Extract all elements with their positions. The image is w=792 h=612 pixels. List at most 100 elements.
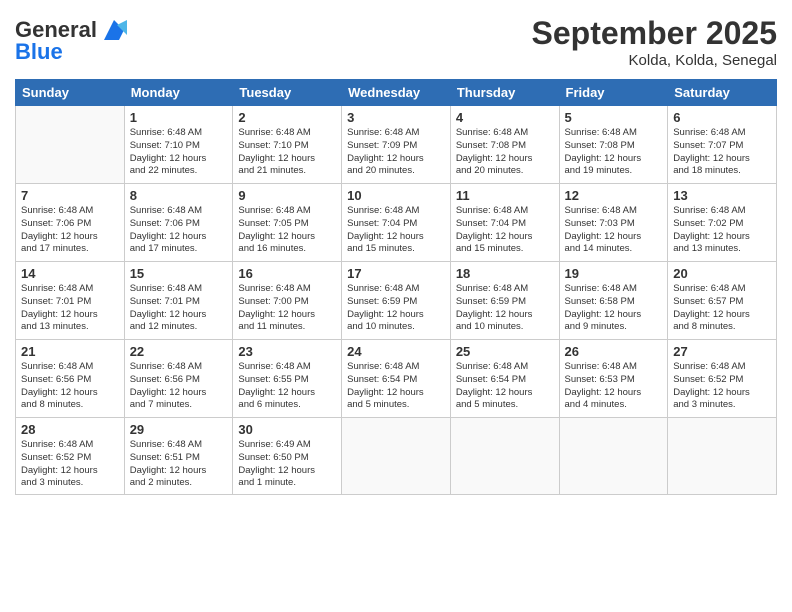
day-info: Sunrise: 6:48 AMSunset: 7:04 PMDaylight:… — [456, 205, 554, 256]
day-number: 7 — [21, 188, 119, 203]
day-info: Sunrise: 6:48 AMSunset: 6:54 PMDaylight:… — [456, 361, 554, 412]
table-row: 8Sunrise: 6:48 AMSunset: 7:06 PMDaylight… — [124, 184, 233, 262]
title-block: September 2025 Kolda, Kolda, Senegal — [532, 15, 777, 69]
logo-icon — [99, 15, 129, 45]
table-row: 17 Sunrise: 6:48 AMSunset: 6:59 PMDayligh… — [342, 262, 451, 340]
calendar-header-row: Sunday Monday Tuesday Wednesday Thursday… — [16, 80, 777, 106]
table-row: 23 Sunrise: 6:48 AMSunset: 6:55 PMDayligh… — [233, 340, 342, 418]
day-info: Sunrise: 6:48 AMSunset: 7:00 PMDaylight:… — [238, 283, 336, 334]
table-row: 27 Sunrise: 6:48 AMSunset: 6:52 PMDayligh… — [668, 340, 777, 418]
table-row: 26Sunrise: 6:48 AMSunset: 6:53 PMDayligh… — [559, 340, 668, 418]
day-info: Sunrise: 6:48 AMSunset: 6:56 PMDaylight:… — [21, 361, 119, 412]
day-number: 18 — [456, 266, 554, 281]
day-number: 15 — [130, 266, 228, 281]
day-info: Sunrise: 6:48 AMSunset: 7:01 PMDaylight:… — [130, 283, 228, 334]
table-row: 22 Sunrise: 6:48 AMSunset: 6:56 PMDayligh… — [124, 340, 233, 418]
header-friday: Friday — [559, 80, 668, 106]
calendar-table: Sunday Monday Tuesday Wednesday Thursday… — [15, 79, 777, 495]
logo-text-line2: Blue — [15, 40, 63, 64]
day-info: Sunrise: 6:48 AMSunset: 7:05 PMDaylight:… — [238, 205, 336, 256]
day-number: 22 — [130, 344, 228, 359]
table-row: 24 Sunrise: 6:48 AMSunset: 6:54 PMDayligh… — [342, 340, 451, 418]
day-number: 5 — [565, 110, 663, 125]
table-row: 20 Sunrise: 6:48 AMSunset: 6:57 PMDayligh… — [668, 262, 777, 340]
day-number: 23 — [238, 344, 336, 359]
day-number: 10 — [347, 188, 445, 203]
table-row: 4 Sunrise: 6:48 AMSunset: 7:08 PMDaylight… — [450, 106, 559, 184]
day-info: Sunrise: 6:48 AMSunset: 6:53 PMDaylight:… — [565, 361, 663, 412]
logo: General Blue — [15, 15, 129, 64]
table-row: 13 Sunrise: 6:48 AMSunset: 7:02 PMDayligh… — [668, 184, 777, 262]
page: General Blue September 2025 Kolda, Kolda… — [0, 0, 792, 612]
table-row: 16 Sunrise: 6:48 AMSunset: 7:00 PMDayligh… — [233, 262, 342, 340]
day-number: 16 — [238, 266, 336, 281]
header-saturday: Saturday — [668, 80, 777, 106]
table-row: 18 Sunrise: 6:48 AMSunset: 6:59 PMDayligh… — [450, 262, 559, 340]
header-wednesday: Wednesday — [342, 80, 451, 106]
day-info: Sunrise: 6:48 AMSunset: 6:51 PMDaylight:… — [130, 439, 228, 490]
table-row: 19Sunrise: 6:48 AMSunset: 6:58 PMDayligh… — [559, 262, 668, 340]
day-info: Sunrise: 6:48 AMSunset: 7:06 PMDaylight:… — [21, 205, 119, 256]
table-row: 10 Sunrise: 6:48 AMSunset: 7:04 PMDayligh… — [342, 184, 451, 262]
header-sunday: Sunday — [16, 80, 125, 106]
table-row: 25 Sunrise: 6:48 AMSunset: 6:54 PMDayligh… — [450, 340, 559, 418]
table-row — [342, 418, 451, 495]
day-number: 9 — [238, 188, 336, 203]
table-row: 3Sunrise: 6:48 AMSunset: 7:09 PMDaylight… — [342, 106, 451, 184]
day-number: 12 — [565, 188, 663, 203]
day-info: Sunrise: 6:48 AMSunset: 6:56 PMDaylight:… — [130, 361, 228, 412]
day-number: 28 — [21, 422, 119, 437]
day-info: Sunrise: 6:48 AMSunset: 7:03 PMDaylight:… — [565, 205, 663, 256]
day-info: Sunrise: 6:48 AMSunset: 6:52 PMDaylight:… — [21, 439, 119, 490]
table-row: 15 Sunrise: 6:48 AMSunset: 7:01 PMDayligh… — [124, 262, 233, 340]
table-row: 2 Sunrise: 6:48 AMSunset: 7:10 PMDaylight… — [233, 106, 342, 184]
day-number: 19 — [565, 266, 663, 281]
day-number: 30 — [238, 422, 336, 437]
day-number: 11 — [456, 188, 554, 203]
table-row: 29 Sunrise: 6:48 AMSunset: 6:51 PMDayligh… — [124, 418, 233, 495]
table-row: 5 Sunrise: 6:48 AMSunset: 7:08 PMDaylight… — [559, 106, 668, 184]
table-row: 7 Sunrise: 6:48 AMSunset: 7:06 PMDaylight… — [16, 184, 125, 262]
day-info: Sunrise: 6:48 AMSunset: 6:57 PMDaylight:… — [673, 283, 771, 334]
table-row: 21 Sunrise: 6:48 AMSunset: 6:56 PMDayligh… — [16, 340, 125, 418]
calendar-title: September 2025 — [532, 15, 777, 52]
header-thursday: Thursday — [450, 80, 559, 106]
day-number: 29 — [130, 422, 228, 437]
day-info: Sunrise: 6:48 AMSunset: 7:06 PMDaylight:… — [130, 205, 228, 256]
table-row: 6 Sunrise: 6:48 AMSunset: 7:07 PMDaylight… — [668, 106, 777, 184]
table-row — [559, 418, 668, 495]
table-row — [16, 106, 125, 184]
table-row — [450, 418, 559, 495]
day-number: 13 — [673, 188, 771, 203]
day-info: Sunrise: 6:48 AMSunset: 7:08 PMDaylight:… — [456, 127, 554, 178]
header-tuesday: Tuesday — [233, 80, 342, 106]
day-number: 27 — [673, 344, 771, 359]
table-row: 11 Sunrise: 6:48 AMSunset: 7:04 PMDayligh… — [450, 184, 559, 262]
day-info: Sunrise: 6:48 AMSunset: 7:10 PMDaylight:… — [238, 127, 336, 178]
day-info: Sunrise: 6:48 AMSunset: 6:52 PMDaylight:… — [673, 361, 771, 412]
day-number: 21 — [21, 344, 119, 359]
day-info: Sunrise: 6:48 AMSunset: 7:02 PMDaylight:… — [673, 205, 771, 256]
table-row: 14Sunrise: 6:48 AMSunset: 7:01 PMDayligh… — [16, 262, 125, 340]
day-number: 4 — [456, 110, 554, 125]
table-row: 12 Sunrise: 6:48 AMSunset: 7:03 PMDayligh… — [559, 184, 668, 262]
day-info: Sunrise: 6:48 AMSunset: 6:54 PMDaylight:… — [347, 361, 445, 412]
day-number: 6 — [673, 110, 771, 125]
day-number: 1 — [130, 110, 228, 125]
day-info: Sunrise: 6:48 AMSunset: 7:04 PMDaylight:… — [347, 205, 445, 256]
day-number: 25 — [456, 344, 554, 359]
day-number: 17 — [347, 266, 445, 281]
table-row: 30Sunrise: 6:49 AMSunset: 6:50 PMDayligh… — [233, 418, 342, 495]
calendar-subtitle: Kolda, Kolda, Senegal — [532, 52, 777, 69]
day-info: Sunrise: 6:48 AMSunset: 7:08 PMDaylight:… — [565, 127, 663, 178]
day-info: Sunrise: 6:48 AMSunset: 6:59 PMDaylight:… — [347, 283, 445, 334]
header-monday: Monday — [124, 80, 233, 106]
day-info: Sunrise: 6:48 AMSunset: 7:10 PMDaylight:… — [130, 127, 228, 178]
day-number: 20 — [673, 266, 771, 281]
day-info: Sunrise: 6:48 AMSunset: 6:55 PMDaylight:… — [238, 361, 336, 412]
day-number: 24 — [347, 344, 445, 359]
day-info: Sunrise: 6:48 AMSunset: 6:59 PMDaylight:… — [456, 283, 554, 334]
day-info: Sunrise: 6:48 AMSunset: 7:07 PMDaylight:… — [673, 127, 771, 178]
day-number: 14 — [21, 266, 119, 281]
day-number: 2 — [238, 110, 336, 125]
